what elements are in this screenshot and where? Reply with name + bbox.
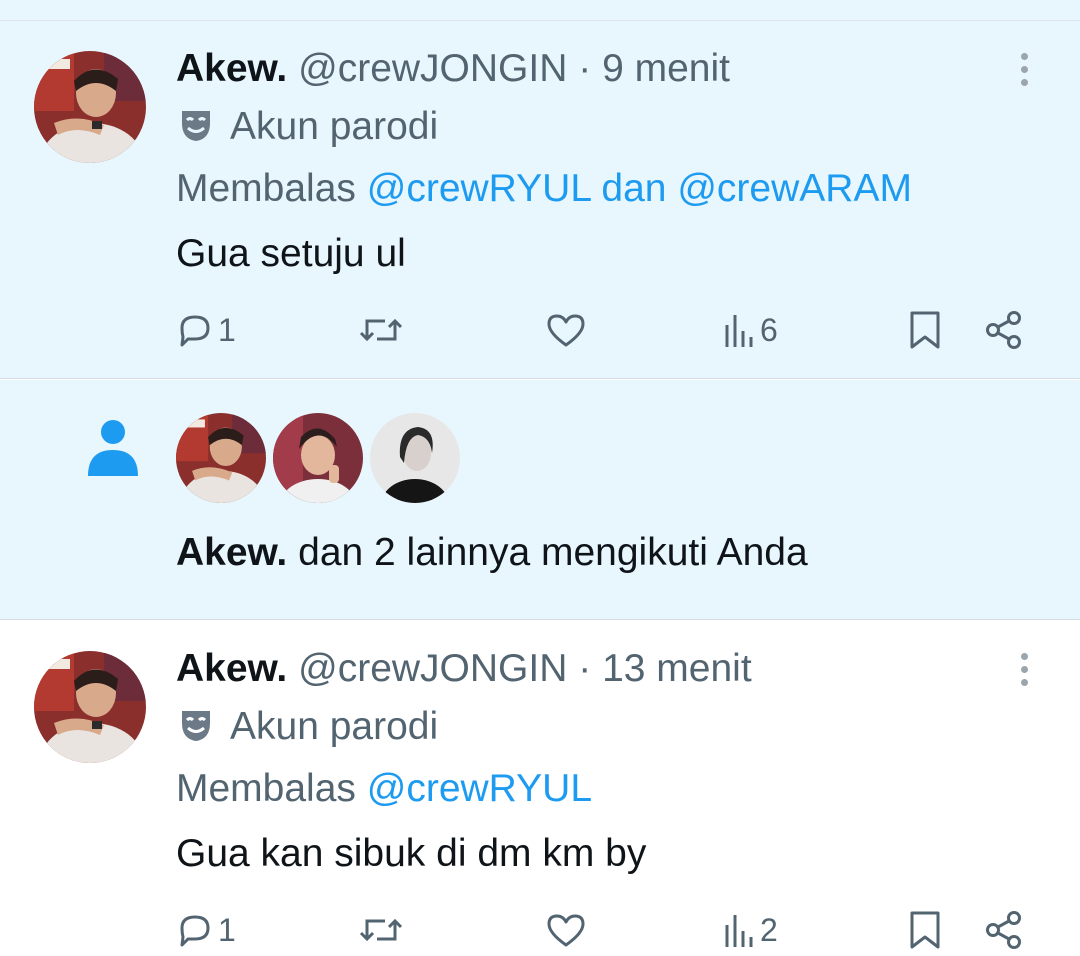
notification-text: Akew. dan 2 lainnya mengikuti Anda: [176, 530, 808, 576]
tweet-actions: 1 6: [0, 305, 1080, 355]
parody-text: Akun parodi: [230, 705, 439, 748]
retweet-icon: [359, 918, 403, 942]
follower-avatar[interactable]: [370, 413, 460, 503]
view-count: 2: [760, 911, 778, 948]
like-button[interactable]: [545, 905, 587, 955]
tweet-actions: 1 2: [0, 905, 1080, 955]
share-icon: [986, 911, 1021, 949]
more-vertical-icon[interactable]: [1012, 653, 1036, 693]
view-count: 6: [760, 311, 778, 348]
reply-button[interactable]: 1: [176, 905, 236, 955]
reply-mention-link[interactable]: @crewRYUL: [367, 167, 591, 210]
display-name[interactable]: Akew.: [176, 647, 287, 690]
reply-button[interactable]: 1: [176, 305, 236, 355]
bookmark-icon: [910, 311, 940, 349]
reply-mention-link[interactable]: @crewRYUL: [367, 767, 592, 810]
separator-dot: ·: [578, 647, 592, 690]
parody-label: Akun parodi: [176, 105, 438, 149]
reply-mention-link[interactable]: @crewARAM: [677, 167, 912, 210]
bookmark-icon: [910, 911, 940, 949]
reply-bubble-icon: [180, 315, 210, 347]
share-icon: [986, 311, 1021, 349]
avatar[interactable]: [34, 651, 146, 763]
tweet-text: Gua kan sibuk di dm km by: [176, 832, 647, 875]
tweet-header: Akew. @crewJONGIN · 9 menit: [176, 47, 730, 91]
previous-item-edge: [0, 0, 1080, 21]
tweet-header: Akew. @crewJONGIN · 13 menit: [176, 647, 752, 691]
display-name[interactable]: Akew.: [176, 47, 287, 90]
timestamp[interactable]: 9 menit: [602, 47, 730, 90]
reply-count: 1: [218, 311, 236, 348]
reply-count: 1: [218, 911, 236, 948]
heart-icon: [547, 914, 585, 947]
bar-chart-icon: [725, 315, 753, 347]
user-handle[interactable]: @crewJONGIN: [298, 647, 567, 690]
follower-name[interactable]: Akew.: [176, 531, 287, 574]
reply-bubble-icon: [180, 915, 210, 947]
bookmark-button[interactable]: [908, 305, 942, 355]
heart-icon: [547, 314, 585, 347]
bookmark-button[interactable]: [908, 905, 942, 955]
parody-label: Akun parodi: [176, 705, 438, 749]
reply-joiner: dan: [601, 167, 667, 210]
share-button[interactable]: [984, 905, 1024, 955]
retweet-button[interactable]: [357, 905, 405, 955]
bar-chart-icon: [725, 915, 753, 947]
tweet-card[interactable]: Akew. @crewJONGIN · 13 menit Akun parodi…: [0, 621, 1080, 956]
replying-prefix: Membalas: [176, 767, 356, 810]
timestamp[interactable]: 13 menit: [602, 647, 752, 690]
retweet-button[interactable]: [357, 305, 405, 355]
more-vertical-icon[interactable]: [1012, 53, 1036, 93]
like-button[interactable]: [545, 305, 587, 355]
tweet-text: Gua setuju ul: [176, 232, 406, 275]
user-handle[interactable]: @crewJONGIN: [298, 47, 567, 90]
share-button[interactable]: [984, 305, 1024, 355]
views-button[interactable]: 2: [722, 905, 778, 955]
notification-message: dan 2 lainnya mengikuti Anda: [298, 531, 808, 574]
parody-text: Akun parodi: [230, 105, 439, 148]
theater-mask-icon: [176, 105, 216, 145]
follower-avatar[interactable]: [176, 413, 266, 503]
person-icon: [88, 420, 138, 476]
replying-prefix: Membalas: [176, 167, 356, 210]
tweet-card[interactable]: Akew. @crewJONGIN · 9 menit Akun parodi …: [0, 21, 1080, 379]
replying-to: Membalas @crewRYUL dan @crewARAM: [176, 167, 912, 211]
replying-to: Membalas @crewRYUL: [176, 767, 592, 811]
separator-dot: ·: [578, 47, 592, 90]
avatar[interactable]: [34, 51, 146, 163]
retweet-icon: [359, 318, 403, 342]
theater-mask-icon: [176, 705, 216, 745]
follow-notification[interactable]: Akew. dan 2 lainnya mengikuti Anda: [0, 380, 1080, 620]
follower-avatar[interactable]: [273, 413, 363, 503]
views-button[interactable]: 6: [722, 305, 778, 355]
